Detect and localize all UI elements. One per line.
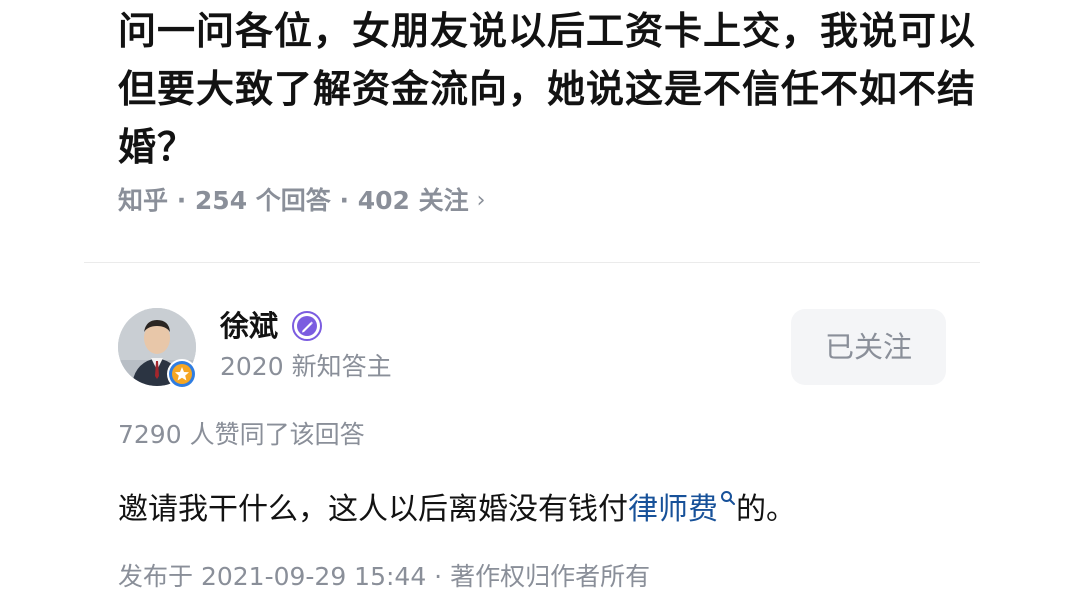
keyword-text[interactable]: 律师费: [628, 488, 718, 532]
follow-button[interactable]: 已关注: [791, 309, 946, 385]
section-divider: [84, 262, 980, 263]
upvote-count: 7290 人赞同了该回答: [118, 420, 365, 449]
author-tag: 2020 新知答主: [220, 352, 392, 381]
answer-text-after: 的。: [736, 492, 796, 527]
honor-badge-icon: [167, 359, 197, 389]
answer-text-before: 邀请我干什么，这人以后离婚没有钱付: [118, 492, 628, 527]
keyword-search-link[interactable]: 律师费: [628, 488, 736, 532]
question-meta-text: 知乎 · 254 个回答 · 402 关注: [118, 186, 469, 215]
question-meta[interactable]: 知乎 · 254 个回答 · 402 关注 ›: [118, 184, 485, 218]
question-title[interactable]: 问一问各位，女朋友说以后工资卡上交，我说可以但要大致了解资金流向，她说这是不信任…: [118, 2, 978, 176]
search-icon: [721, 491, 735, 505]
publish-info: 发布于 2021-09-29 15:44 · 著作权归作者所有: [118, 562, 651, 591]
author-name[interactable]: 徐斌: [220, 306, 278, 346]
verified-author-icon: [292, 311, 323, 341]
author-avatar[interactable]: [118, 308, 198, 389]
author-name-row[interactable]: 徐斌: [220, 306, 323, 346]
answer-page: 问一问各位，女朋友说以后工资卡上交，我说可以但要大致了解资金流向，她说这是不信任…: [0, 0, 1080, 606]
chevron-right-icon: ›: [476, 188, 486, 213]
answer-content: 邀请我干什么，这人以后离婚没有钱付 律师费 的。: [118, 488, 796, 532]
